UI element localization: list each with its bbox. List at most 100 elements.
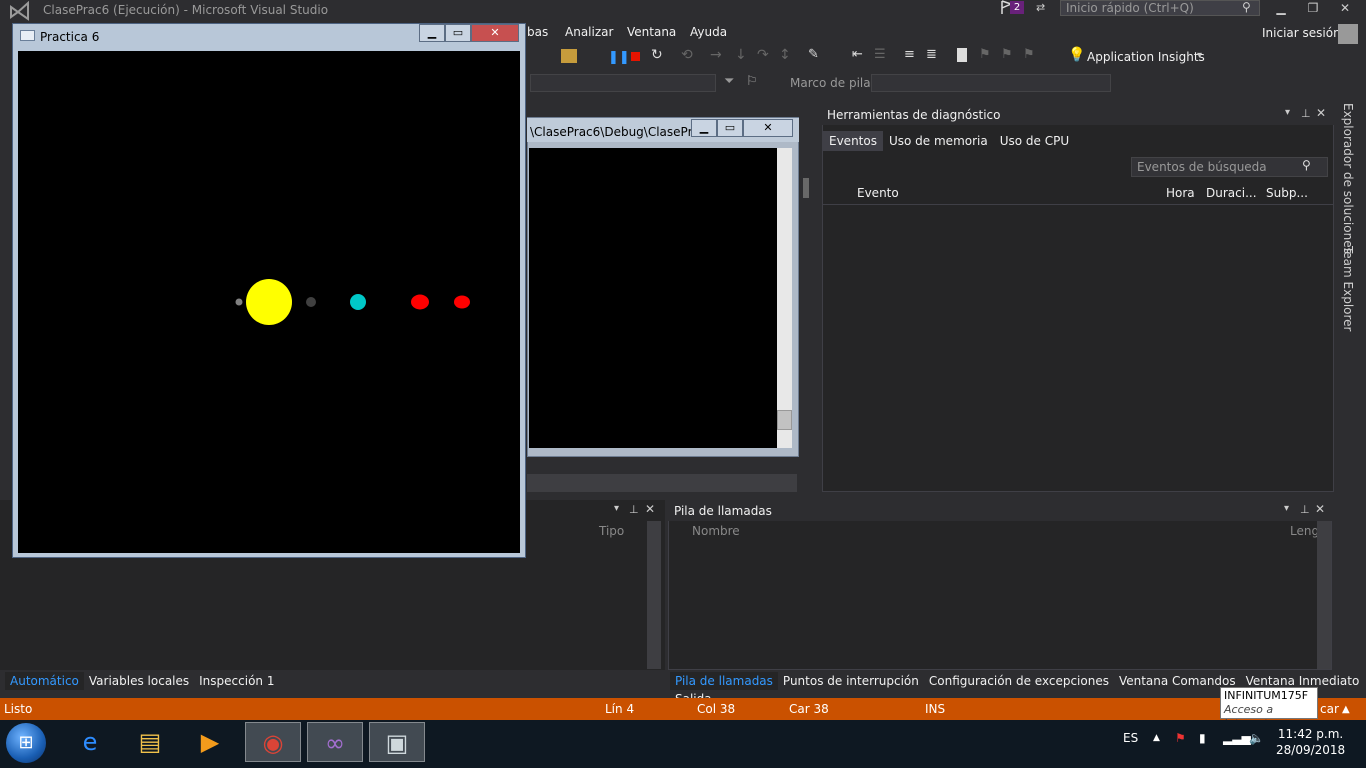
- autos-close-icon[interactable]: ✕: [645, 502, 655, 516]
- planet-cyan: [350, 294, 366, 310]
- chevron-up-icon[interactable]: ▲: [1342, 704, 1350, 715]
- show-next-statement-icon[interactable]: ⟲: [681, 47, 693, 63]
- panel-close-icon[interactable]: ✕: [1316, 106, 1326, 120]
- publish-button[interactable]: car: [1320, 702, 1339, 716]
- step-out-icon[interactable]: ↷: [757, 47, 769, 63]
- call-stack-panel: [668, 500, 1332, 670]
- restart-icon[interactable]: ↻: [651, 47, 663, 63]
- console-app-taskbar-icon[interactable]: ▣: [369, 722, 425, 762]
- tab-automatico[interactable]: Automático: [5, 672, 84, 690]
- tab-puntos-interrupcion[interactable]: Puntos de interrupción: [778, 672, 924, 690]
- taskbar-clock[interactable]: 11:42 p.m. 28/09/2018: [1276, 726, 1345, 758]
- editor-hscrollbar[interactable]: [527, 474, 797, 492]
- col-nombre[interactable]: Nombre: [692, 524, 740, 538]
- application-insights-button[interactable]: Application Insights: [1087, 50, 1205, 64]
- events-search-input[interactable]: Eventos de búsqueda: [1131, 157, 1328, 177]
- search-icon[interactable]: ⚲: [1302, 158, 1311, 172]
- menu-pruebas[interactable]: bas: [527, 25, 548, 39]
- tab-uso-memoria[interactable]: Uso de memoria: [883, 131, 994, 151]
- autos-scrollbar[interactable]: [647, 521, 661, 669]
- next-bookmark-icon[interactable]: ⚑: [1001, 47, 1013, 62]
- clear-bookmarks-icon[interactable]: ⚑: [1023, 47, 1035, 62]
- col-lenguaje[interactable]: Leng: [1290, 524, 1319, 538]
- tab-config-excepciones[interactable]: Configuración de excepciones: [924, 672, 1114, 690]
- internet-explorer-icon[interactable]: e: [62, 722, 118, 762]
- chrome-icon[interactable]: ◉: [245, 722, 301, 762]
- col-duracion[interactable]: Duraci...: [1206, 186, 1257, 200]
- solar-system-scene: [235, 279, 470, 325]
- action-center-flag-icon[interactable]: ⚑: [1175, 731, 1186, 745]
- col-evento[interactable]: Evento: [857, 186, 899, 200]
- comment-icon[interactable]: ≡: [904, 47, 915, 62]
- console-minimize-button[interactable]: ▁: [691, 119, 717, 137]
- pause-icon[interactable]: ❚❚: [608, 50, 630, 65]
- autos-pin-icon[interactable]: ⊥: [629, 503, 639, 516]
- sun: [246, 279, 292, 325]
- network-icon[interactable]: ▂▃▅: [1223, 731, 1251, 745]
- console-close-button[interactable]: ✕: [743, 119, 793, 137]
- language-indicator[interactable]: ES: [1123, 731, 1138, 745]
- bookmark-icon[interactable]: [957, 48, 967, 62]
- show-hidden-icons[interactable]: ▲: [1153, 733, 1160, 743]
- opengl-canvas[interactable]: [18, 51, 520, 553]
- volume-icon[interactable]: 🔈: [1249, 731, 1264, 745]
- tab-pila-llamadas[interactable]: Pila de llamadas: [670, 672, 778, 690]
- step-back-icon[interactable]: ↕: [779, 47, 791, 63]
- filter-icon[interactable]: ⏷: [724, 74, 734, 89]
- process-icon[interactable]: [561, 49, 577, 63]
- tab-uso-cpu[interactable]: Uso de CPU: [994, 131, 1075, 151]
- notification-count-badge[interactable]: 2: [1010, 1, 1024, 14]
- callstack-pin-icon[interactable]: ⊥: [1300, 503, 1310, 516]
- start-button[interactable]: ⊞: [6, 723, 46, 763]
- status-char: Car 38: [789, 702, 829, 716]
- callstack-menu-icon[interactable]: ▾: [1284, 503, 1289, 514]
- editor-scrollbar[interactable]: [800, 130, 816, 470]
- gl-maximize-button[interactable]: ▭: [445, 24, 471, 42]
- flag-threads-icon[interactable]: ⚐: [746, 74, 758, 89]
- threads-icon[interactable]: ⇤: [852, 47, 863, 62]
- team-explorer-tab[interactable]: Team Explorer: [1341, 246, 1355, 332]
- maximize-button[interactable]: ❐: [1298, 0, 1328, 18]
- stack-icon[interactable]: ☰: [874, 47, 886, 62]
- gl-close-button[interactable]: ✕: [471, 24, 519, 42]
- panel-menu-icon[interactable]: ▾: [1285, 107, 1290, 118]
- thread-dropdown[interactable]: [530, 74, 716, 92]
- minimize-button[interactable]: ▁: [1266, 0, 1296, 18]
- menu-analizar[interactable]: Analizar: [565, 25, 613, 39]
- hex-display-icon[interactable]: ✎: [808, 47, 819, 62]
- col-hora[interactable]: Hora: [1166, 186, 1195, 200]
- device-icon[interactable]: ▮: [1199, 731, 1206, 745]
- callstack-close-icon[interactable]: ✕: [1315, 502, 1325, 516]
- sign-in-link[interactable]: Iniciar sesión: [1262, 26, 1341, 40]
- media-player-icon[interactable]: ▶: [182, 722, 238, 762]
- tab-variables-locales[interactable]: Variables locales: [84, 672, 194, 690]
- tooltip-network-name: INFINITUM175F: [1224, 689, 1309, 702]
- menu-ventana[interactable]: Ventana: [627, 25, 676, 39]
- pin-icon[interactable]: ⊥: [1301, 107, 1311, 120]
- stack-frame-dropdown[interactable]: [871, 74, 1111, 92]
- file-explorer-icon[interactable]: ▤: [122, 722, 178, 762]
- step-into-icon[interactable]: ↓: [735, 47, 747, 63]
- step-over-icon[interactable]: →: [710, 47, 722, 63]
- tab-inspeccion-1[interactable]: Inspección 1: [194, 672, 279, 690]
- feedback-icon[interactable]: ⇄: [1036, 1, 1050, 15]
- quick-launch-input[interactable]: Inicio rápido (Ctrl+Q): [1060, 0, 1260, 16]
- close-button[interactable]: ✕: [1330, 0, 1360, 18]
- gl-minimize-button[interactable]: ▁: [419, 24, 445, 42]
- stop-icon[interactable]: [631, 52, 640, 61]
- user-avatar-icon[interactable]: [1338, 24, 1358, 44]
- callstack-scrollbar[interactable]: [1317, 521, 1331, 669]
- uncomment-icon[interactable]: ≣: [926, 47, 937, 62]
- practica6-title: Practica 6: [40, 30, 100, 44]
- autos-menu-icon[interactable]: ▾: [614, 503, 619, 514]
- tab-eventos[interactable]: Eventos: [823, 131, 883, 151]
- console-maximize-button[interactable]: ▭: [717, 119, 743, 137]
- col-subproceso[interactable]: Subp...: [1266, 186, 1308, 200]
- chevron-down-icon[interactable]: ▾: [1197, 50, 1202, 61]
- prev-bookmark-icon[interactable]: ⚑: [979, 47, 991, 62]
- console-scrollbar[interactable]: [777, 148, 792, 448]
- solution-explorer-tab[interactable]: Explorador de soluciones: [1341, 103, 1355, 254]
- col-tipo[interactable]: Tipo: [599, 524, 624, 538]
- visual-studio-taskbar-icon[interactable]: ∞: [307, 722, 363, 762]
- menu-ayuda[interactable]: Ayuda: [690, 25, 727, 39]
